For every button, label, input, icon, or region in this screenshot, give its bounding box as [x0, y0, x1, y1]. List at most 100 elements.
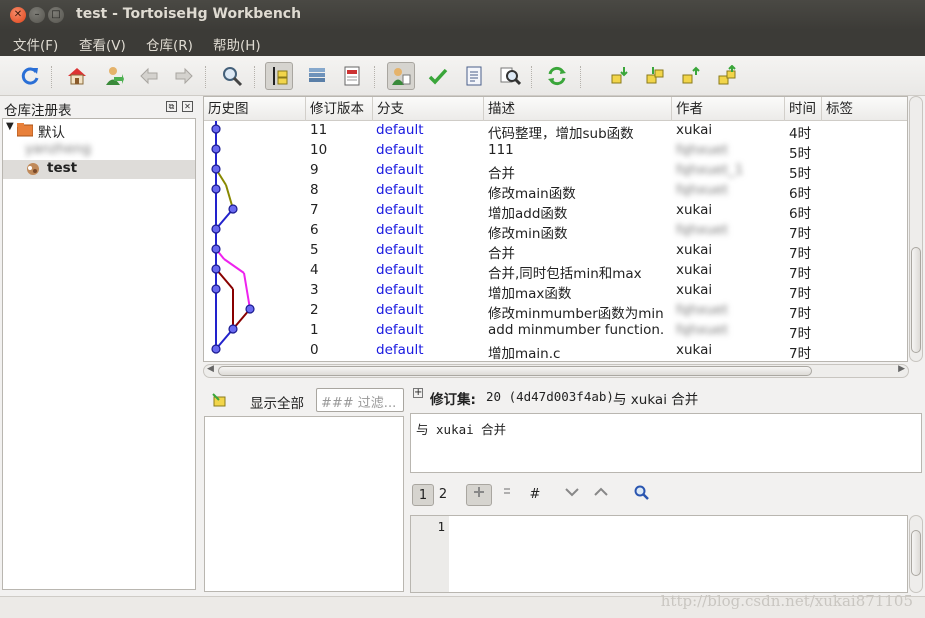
- table-row[interactable]: 7 default 增加add函数 xukai 6时: [204, 201, 907, 222]
- home-button[interactable]: [63, 62, 91, 90]
- graph-toggle-icon: [273, 67, 288, 85]
- cell-description: 增加add函数: [488, 206, 568, 222]
- repo-tree: ▼ 默认 yanzheng test: [2, 118, 196, 590]
- scrollbar-thumb[interactable]: [218, 366, 812, 376]
- repo-item-yanzheng[interactable]: yanzheng: [3, 141, 195, 160]
- revision-summary: 与 xukai 合并: [613, 392, 699, 408]
- diff-vertical-scrollbar[interactable]: [909, 515, 923, 593]
- sync-button[interactable]: [543, 62, 571, 90]
- header-description[interactable]: 描述: [484, 97, 672, 121]
- table-row[interactable]: 4 default 合并,同时包括min和max xukai 7时: [204, 261, 907, 282]
- header-graph[interactable]: 历史图: [204, 97, 306, 121]
- cell-age: 5时: [789, 166, 812, 182]
- find-button[interactable]: [218, 62, 246, 90]
- cell-author: fqhxuet: [676, 182, 729, 198]
- push-button[interactable]: [713, 62, 741, 90]
- menu-help[interactable]: 帮助(H): [213, 34, 261, 54]
- cell-branch: default: [376, 142, 424, 158]
- menu-bar: 文件(F) 查看(V) 仓库(R) 帮助(H): [0, 30, 925, 56]
- scrollbar-thumb[interactable]: [911, 530, 921, 576]
- prev-diff-button[interactable]: [590, 484, 612, 506]
- annotate-button[interactable]: [466, 484, 492, 506]
- table-row[interactable]: 6 default 修改min函数 fqhxuet 7时: [204, 221, 907, 242]
- diff-search-button[interactable]: [630, 484, 652, 506]
- refresh-button[interactable]: [16, 62, 44, 90]
- table-row[interactable]: 8 default 修改main函数 fqhxuet 6时: [204, 181, 907, 202]
- cell-description: add minmumber function.: [488, 322, 665, 338]
- maximize-window-button[interactable]: □: [48, 7, 64, 23]
- expand-icon[interactable]: +: [413, 388, 423, 398]
- table-vertical-scrollbar[interactable]: [909, 96, 923, 362]
- search-button[interactable]: [496, 62, 524, 90]
- table-row[interactable]: 1 default add minmumber function. fqhxuet 7时: [204, 321, 907, 342]
- pull-button[interactable]: [641, 62, 669, 90]
- header-author[interactable]: 作者: [672, 97, 785, 121]
- forward-icon: [175, 67, 193, 85]
- cell-branch: default: [376, 222, 424, 238]
- show-all-label[interactable]: 显示全部: [250, 392, 304, 412]
- cell-branch: default: [376, 282, 424, 298]
- user-filter-button[interactable]: [387, 62, 415, 90]
- file-list[interactable]: [204, 416, 404, 592]
- table-row[interactable]: 0 default 增加main.c xukai 7时: [204, 341, 907, 361]
- table-row[interactable]: 2 default 修改minmumber函数为min fqhxuet 7时: [204, 301, 907, 322]
- cell-description: 修改main函数: [488, 186, 576, 202]
- cell-description: 修改min函数: [488, 226, 568, 242]
- outgoing-button[interactable]: [677, 62, 705, 90]
- menu-file[interactable]: 文件(F): [13, 34, 58, 54]
- table-row[interactable]: 10 default 111 fqhxuet 5时: [204, 141, 907, 162]
- cell-rev: 7: [310, 202, 319, 218]
- table-row[interactable]: 11 default 代码整理，增加sub函数 xukai 4时: [204, 121, 907, 142]
- forward-button[interactable]: [170, 62, 198, 90]
- cell-author: xukai: [676, 282, 713, 298]
- header-tags[interactable]: 标签: [822, 97, 907, 121]
- repo-group-default[interactable]: ▼ 默认: [3, 121, 195, 141]
- undock-icon[interactable]: ⧉: [166, 101, 177, 112]
- back-button[interactable]: [135, 62, 163, 90]
- revision-header: + 修订集: 20 (4d47d003f4ab) 与 xukai 合并: [410, 384, 922, 410]
- table-horizontal-scrollbar[interactable]: ◀ ▶: [203, 364, 909, 378]
- revision-log-table: 历史图 修订版本 分支 描述 作者 时间 标签 11 default 代码整理，增加…: [203, 96, 908, 362]
- scroll-right-icon[interactable]: ▶: [898, 364, 905, 374]
- cell-rev: 4: [310, 262, 319, 278]
- diff-view[interactable]: 1: [410, 515, 908, 593]
- cell-description: 代码整理，增加sub函数: [488, 126, 634, 142]
- cell-description: 111: [488, 142, 514, 158]
- expand-arrow-icon[interactable]: ▼: [6, 121, 14, 132]
- file-filter-input[interactable]: ### 过滤...: [316, 388, 404, 412]
- log-stack-icon: [309, 68, 325, 82]
- parent-tab-2[interactable]: 2: [432, 484, 454, 506]
- cell-author: fqhxuet_1: [676, 162, 744, 178]
- status-filter-icon[interactable]: [211, 392, 227, 408]
- incoming-button[interactable]: [605, 62, 633, 90]
- table-row[interactable]: 9 default 合并 fqhxuet_1 5时: [204, 161, 907, 182]
- graph-toggle-button[interactable]: [265, 62, 293, 90]
- menu-view[interactable]: 查看(V): [79, 34, 126, 54]
- watermark: http://blog.csdn.net/xukai871105: [660, 592, 913, 610]
- home-icon: [68, 68, 86, 85]
- manifest-icon: [466, 66, 482, 86]
- table-row[interactable]: 3 default 增加max函数 xukai 7时: [204, 281, 907, 302]
- commit-button[interactable]: [424, 62, 452, 90]
- next-diff-button[interactable]: [561, 484, 583, 506]
- header-age[interactable]: 时间: [785, 97, 822, 121]
- close-window-button[interactable]: ✕: [10, 7, 26, 23]
- log-button[interactable]: [338, 62, 366, 90]
- goto-button[interactable]: [99, 62, 127, 90]
- cell-age: 7时: [789, 306, 812, 322]
- cell-author: fqhxuet: [676, 302, 729, 318]
- header-rev[interactable]: 修订版本: [306, 97, 373, 121]
- parent-tab-1[interactable]: 1: [412, 484, 434, 506]
- minimize-window-button[interactable]: –: [29, 7, 45, 23]
- diff-mode-button[interactable]: [496, 484, 518, 506]
- log-stack-button[interactable]: [303, 62, 331, 90]
- manifest-button[interactable]: [460, 62, 488, 90]
- table-row[interactable]: 5 default 合并 xukai 7时: [204, 241, 907, 262]
- scrollbar-thumb[interactable]: [911, 247, 921, 353]
- menu-repository[interactable]: 仓库(R): [146, 34, 193, 54]
- close-panel-icon[interactable]: ✕: [182, 101, 193, 112]
- header-branch[interactable]: 分支: [373, 97, 484, 121]
- line-number-button[interactable]: #: [524, 484, 546, 506]
- repo-item-test[interactable]: test: [3, 160, 195, 179]
- scroll-left-icon[interactable]: ◀: [207, 364, 214, 374]
